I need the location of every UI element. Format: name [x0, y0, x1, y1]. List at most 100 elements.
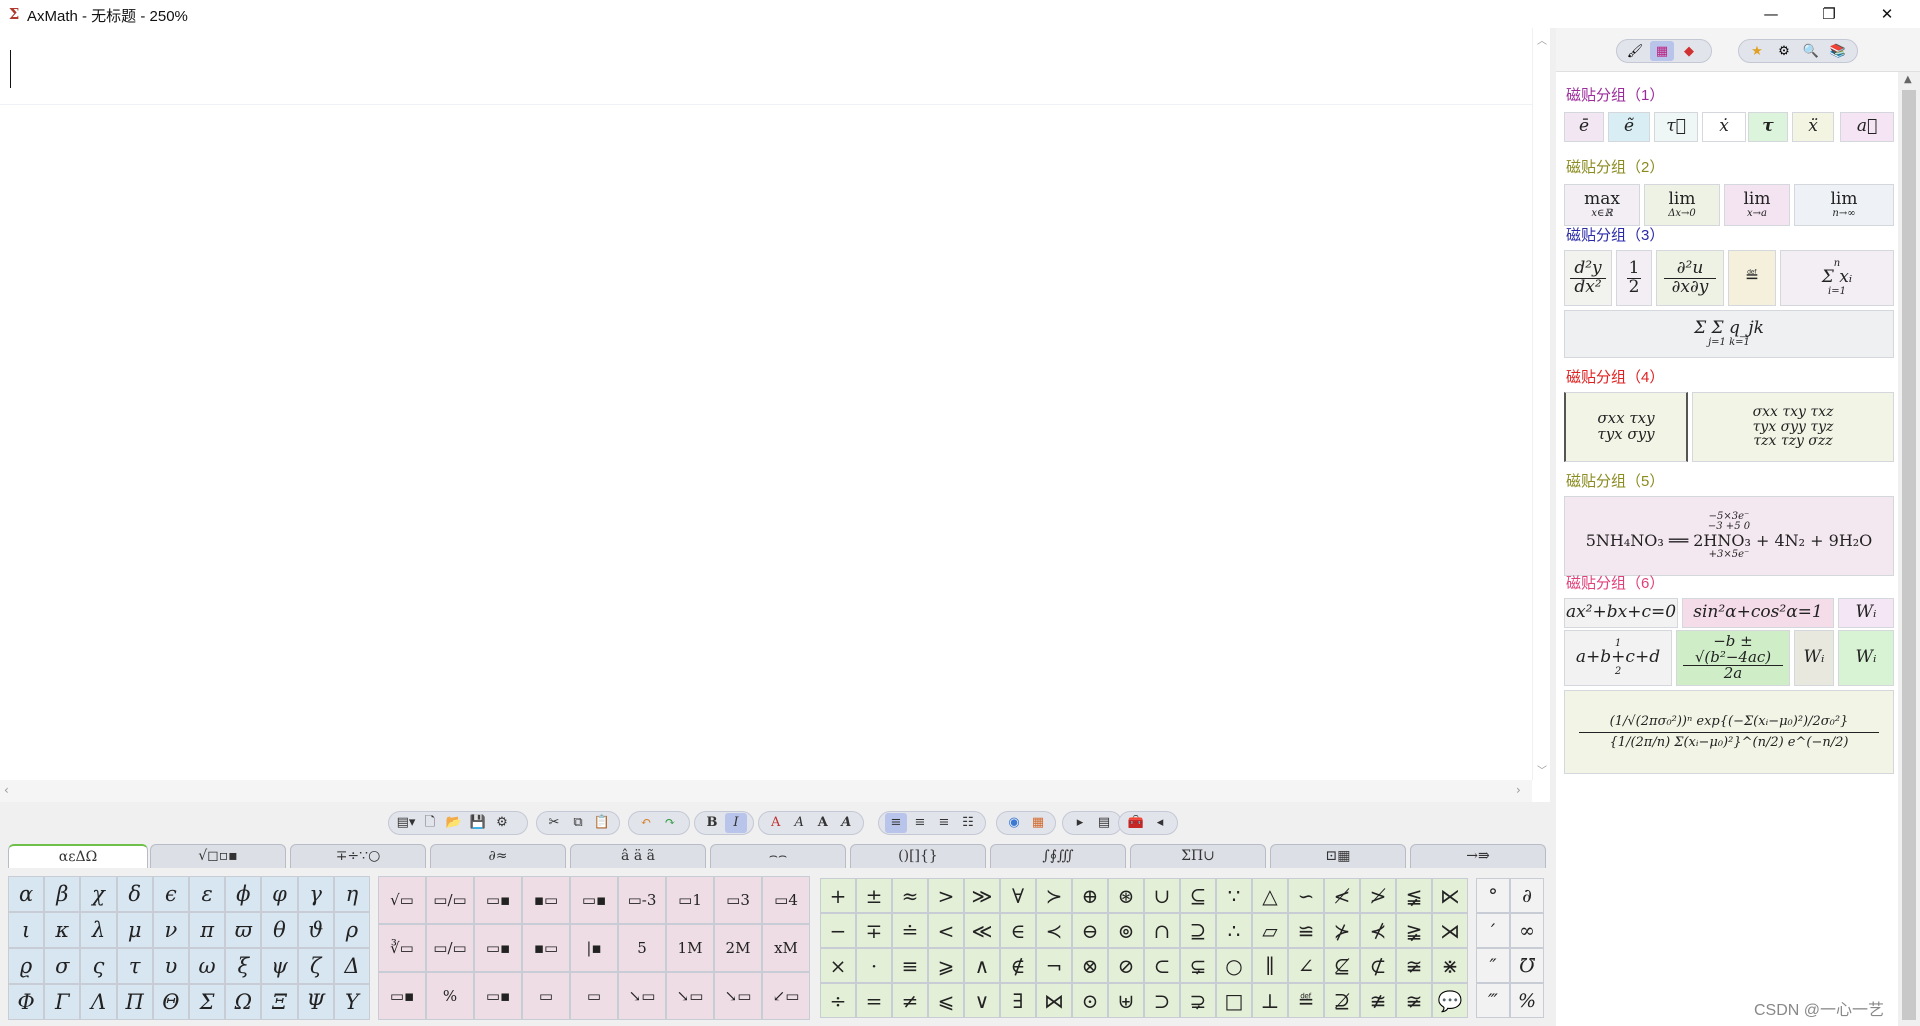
operator-symbol-cell[interactable]: ∵ — [1216, 878, 1252, 913]
tile-w-i-3[interactable]: Wᵢ — [1838, 630, 1894, 686]
minimize-button[interactable]: — — [1748, 0, 1794, 28]
greek-symbol-cell[interactable]: λ — [80, 912, 117, 948]
operator-symbol-cell[interactable]: ≝ — [1288, 983, 1324, 1018]
operator-symbol-cell[interactable]: ± — [856, 878, 892, 913]
greek-symbol-cell[interactable]: τ — [116, 948, 153, 984]
operator-symbol-cell[interactable]: ≮ — [1324, 878, 1360, 913]
greek-symbol-cell[interactable]: γ — [297, 876, 334, 912]
operator-symbol-cell[interactable]: ∃ — [1000, 983, 1036, 1018]
close-button[interactable]: ✕ — [1864, 0, 1910, 28]
greek-symbol-cell[interactable]: μ — [116, 912, 153, 948]
greek-symbol-cell[interactable]: Δ — [333, 948, 370, 984]
font-bold-icon[interactable]: A — [812, 813, 834, 833]
scroll-down-icon[interactable]: ﹀ — [1537, 762, 1547, 777]
tile-vec-tau[interactable]: τ⃗ — [1654, 112, 1698, 142]
operator-symbol-cell[interactable]: ⊖ — [1072, 913, 1108, 948]
align-right-icon[interactable]: ≡ — [933, 813, 955, 833]
tile-w-i-1[interactable]: Wᵢ — [1838, 598, 1894, 628]
tile-redox-reaction[interactable]: −5×3e⁻ −3 +5 0 5NH₄NO₃ ══ 2HNO₃ + 4N₂ + 9H… — [1564, 496, 1894, 576]
tile-sum[interactable]: nΣ xᵢ i=1 — [1780, 250, 1894, 306]
gear-icon[interactable]: ⚙ — [1772, 41, 1796, 61]
tile-max[interactable]: max x∈ℝ — [1564, 184, 1640, 226]
tile-derivative[interactable]: d²y dx² — [1564, 250, 1612, 306]
operator-symbol-cell[interactable]: ≈ — [892, 878, 928, 913]
greek-symbol-cell[interactable]: ϵ — [152, 876, 189, 912]
operator-symbol-cell[interactable]: ÷ — [820, 983, 856, 1018]
brush-icon[interactable]: 🖌 — [1623, 41, 1647, 61]
operator-symbol-cell[interactable]: = — [856, 983, 892, 1018]
operator-symbol-cell[interactable]: ≇ — [1360, 983, 1396, 1018]
operator-symbol-cell[interactable]: · — [856, 948, 892, 983]
tab-calculus[interactable]: ∂≈ — [430, 844, 566, 868]
new-file-icon[interactable]: 🗋 — [419, 813, 441, 833]
tile-tilde-e[interactable]: ẽ — [1608, 112, 1650, 142]
template-cell[interactable]: ▭ — [570, 972, 618, 1020]
tile-grid-icon[interactable]: ▦ — [1650, 41, 1674, 61]
operator-symbol-cell[interactable]: ⊃ — [1144, 983, 1180, 1018]
greek-symbol-cell[interactable]: Π — [116, 984, 153, 1020]
redo-icon[interactable]: ↷ — [659, 813, 681, 833]
operator-symbol-cell[interactable]: ⊆ — [1180, 878, 1216, 913]
template-cell[interactable]: ↘▭ — [618, 972, 666, 1020]
tile-dot-x[interactable]: ẋ — [1702, 112, 1746, 142]
greek-symbol-cell[interactable]: η — [333, 876, 370, 912]
tab-templates[interactable]: √◻▫▪ — [150, 844, 286, 868]
operator-symbol-cell[interactable]: ≪ — [964, 913, 1000, 948]
operator-symbol-cell[interactable]: ≻ — [1036, 878, 1072, 913]
operator-symbol-cell[interactable]: ⊚ — [1108, 913, 1144, 948]
template-cell[interactable]: ▭▪ — [474, 876, 522, 924]
operator-symbol-cell[interactable]: ≺ — [1036, 913, 1072, 948]
operator-symbol-cell[interactable]: △ — [1252, 878, 1288, 913]
template-cell[interactable]: ▭▪ — [474, 972, 522, 1020]
misc-symbol-cell[interactable]: ℧ — [1510, 948, 1544, 983]
tile-quadratic-root[interactable]: −b ± √(b²−4ac) 2a — [1676, 630, 1790, 686]
template-cell[interactable]: ▭1 — [666, 876, 714, 924]
operator-symbol-cell[interactable]: ⊈ — [1324, 948, 1360, 983]
misc-symbol-cell[interactable]: ″ — [1476, 948, 1510, 983]
greek-symbol-cell[interactable]: Θ — [152, 984, 189, 1020]
greek-symbol-cell[interactable]: ς — [80, 948, 117, 984]
tile-brace-sum[interactable]: 1 a+b+c+d 2 — [1564, 630, 1672, 686]
operator-symbol-cell[interactable]: ≆ — [1396, 948, 1432, 983]
library-icon[interactable]: 📚 — [1826, 41, 1850, 61]
template-cell[interactable]: xM — [762, 924, 810, 972]
italic-button[interactable]: I — [725, 813, 747, 833]
template-cell[interactable]: 5 — [618, 924, 666, 972]
tab-accents[interactable]: â ä ã — [570, 844, 706, 868]
collapse-icon[interactable]: ◂ — [1149, 813, 1171, 833]
operator-symbol-cell[interactable]: ⊊ — [1180, 948, 1216, 983]
greek-symbol-cell[interactable]: ϕ — [225, 876, 262, 912]
greek-symbol-cell[interactable]: ρ — [333, 912, 370, 948]
operator-symbol-cell[interactable]: ∩ — [1144, 913, 1180, 948]
tile-quadratic[interactable]: ax²+bx+c=0 — [1564, 598, 1678, 628]
operator-symbol-cell[interactable]: ⊇ — [1180, 913, 1216, 948]
misc-symbol-cell[interactable]: % — [1510, 983, 1544, 1018]
sidebar-scroll-up-icon[interactable]: ▲ — [1904, 74, 1912, 85]
tile-lim-a[interactable]: lim x→a — [1724, 184, 1790, 226]
scroll-up-icon[interactable]: ︿ — [1537, 32, 1547, 47]
palette-icon[interactable]: ▦ — [1027, 813, 1049, 833]
greek-symbol-cell[interactable]: π — [189, 912, 226, 948]
sidebar-scrollbar[interactable]: ▲ — [1898, 72, 1920, 1026]
template-cell[interactable]: ↙▭ — [762, 972, 810, 1020]
operator-symbol-cell[interactable]: ∥ — [1252, 948, 1288, 983]
greek-symbol-cell[interactable]: σ — [44, 948, 81, 984]
tile-gaussian-ratio[interactable]: (1/√(2πσ₀²))ⁿ exp{(−Σ(xᵢ−μ₀)²)/2σ₀²} {1/(… — [1564, 690, 1894, 774]
greek-symbol-cell[interactable]: ξ — [225, 948, 262, 984]
greek-symbol-cell[interactable]: χ — [80, 876, 117, 912]
tile-ddot-x[interactable]: ẍ — [1792, 112, 1834, 142]
operator-symbol-cell[interactable]: ≆ — [1396, 983, 1432, 1018]
template-cell[interactable]: ∛▭ — [378, 924, 426, 972]
greek-symbol-cell[interactable]: δ — [116, 876, 153, 912]
operator-symbol-cell[interactable]: □ — [1216, 983, 1252, 1018]
save-icon[interactable]: 💾 — [467, 813, 489, 833]
operator-symbol-cell[interactable]: ⊀ — [1360, 913, 1396, 948]
menu-dropdown-icon[interactable]: ▤▾ — [395, 813, 417, 833]
tab-greek[interactable]: αεΔΩ — [8, 844, 148, 870]
operator-symbol-cell[interactable]: ⊄ — [1360, 948, 1396, 983]
undo-icon[interactable]: ↶ — [635, 813, 657, 833]
matrix-insert-icon[interactable]: ▤ — [1093, 813, 1115, 833]
greek-symbol-cell[interactable]: ψ — [261, 948, 298, 984]
tile-partial[interactable]: ∂²u ∂x∂y — [1656, 250, 1724, 306]
operator-symbol-cell[interactable]: ⊂ — [1144, 948, 1180, 983]
